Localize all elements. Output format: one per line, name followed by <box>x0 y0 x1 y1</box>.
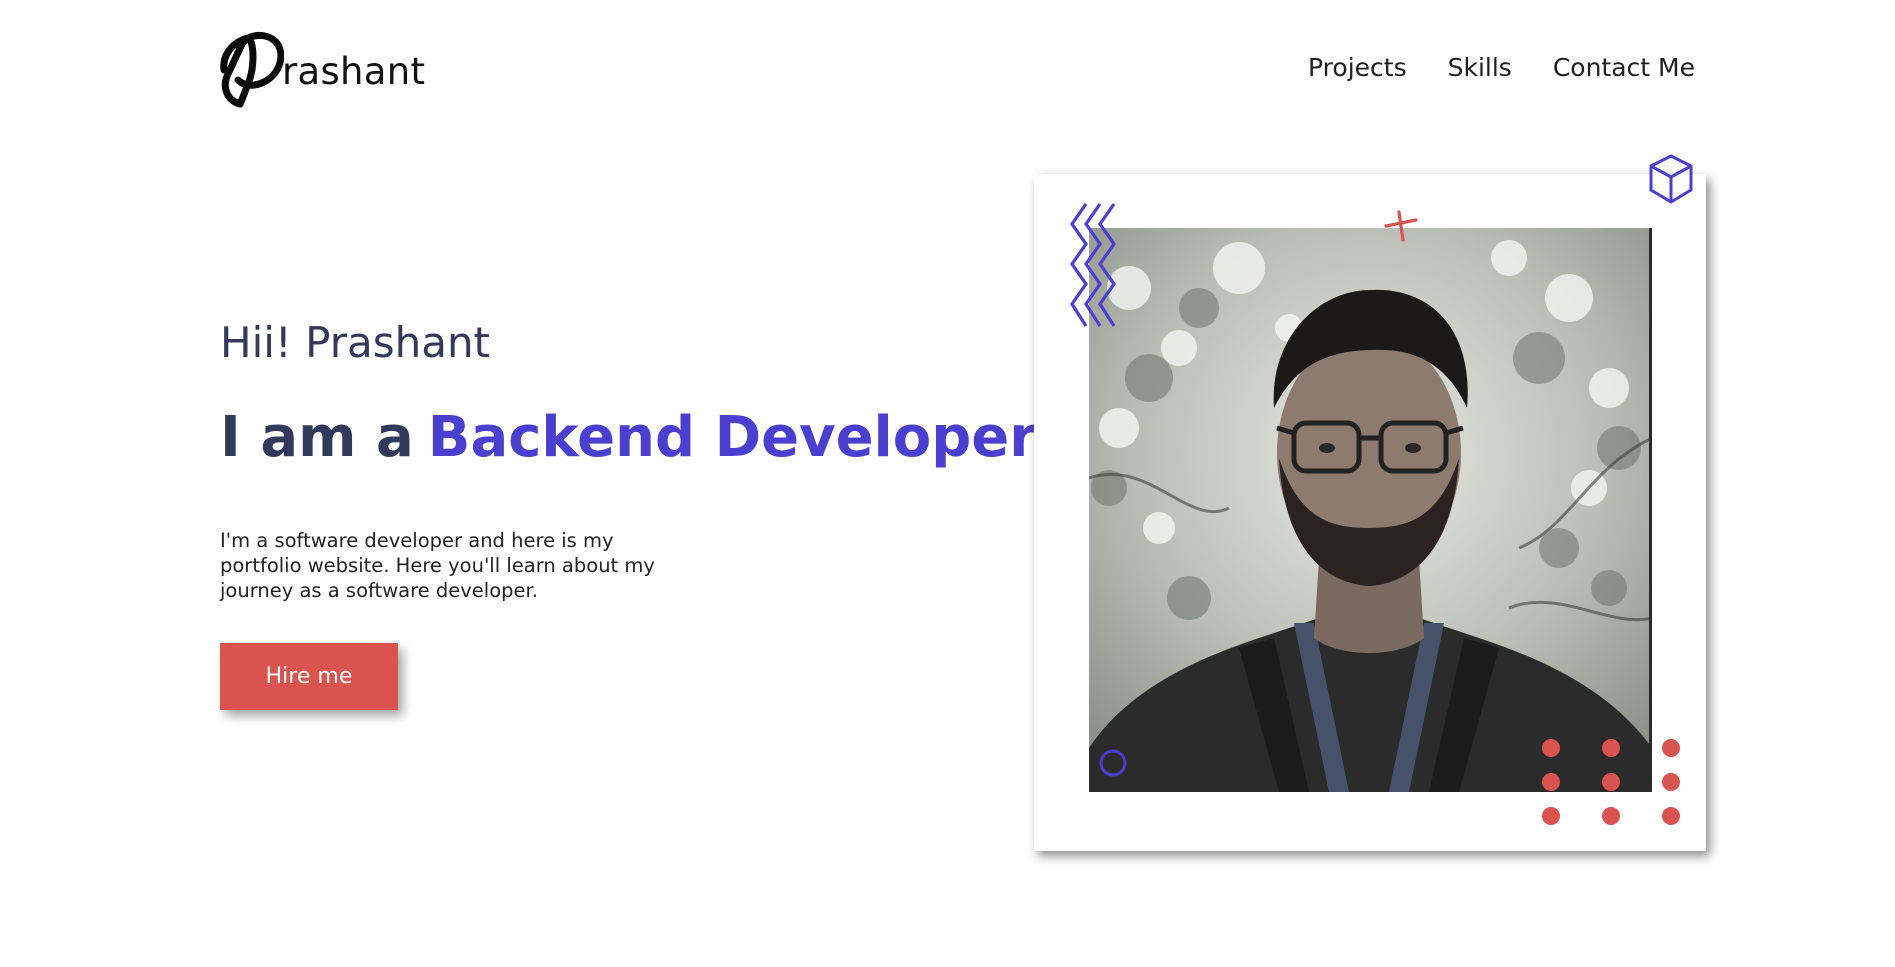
logo-text: rashant <box>282 50 426 93</box>
hire-me-button[interactable]: Hire me <box>220 643 398 710</box>
role-prefix: I am a <box>220 405 414 470</box>
role-typed-text: Backend Developer <box>427 405 1037 470</box>
cross-decoration <box>1384 210 1418 242</box>
logo-p-icon <box>220 32 284 108</box>
nav-skills[interactable]: Skills <box>1448 53 1512 82</box>
portfolio-page: rashant Projects Skills Contact Me Hii! … <box>0 0 1895 967</box>
profile-photo <box>1089 228 1652 792</box>
circle-decoration <box>1099 749 1127 777</box>
cube-icon <box>1649 154 1693 204</box>
hero-greeting: Hii! Prashant <box>220 318 491 367</box>
nav-projects[interactable]: Projects <box>1308 53 1407 82</box>
main-nav: Projects Skills Contact Me <box>1308 53 1695 82</box>
site-logo[interactable]: rashant <box>218 30 425 108</box>
nav-contact-me[interactable]: Contact Me <box>1553 53 1695 82</box>
zigzag-decoration <box>1070 203 1116 327</box>
hero-role-line: I am a Backend Developer <box>220 405 1047 470</box>
hero-bio: I'm a software developer and here is my … <box>220 529 655 602</box>
dots-grid-decoration <box>1542 739 1680 825</box>
